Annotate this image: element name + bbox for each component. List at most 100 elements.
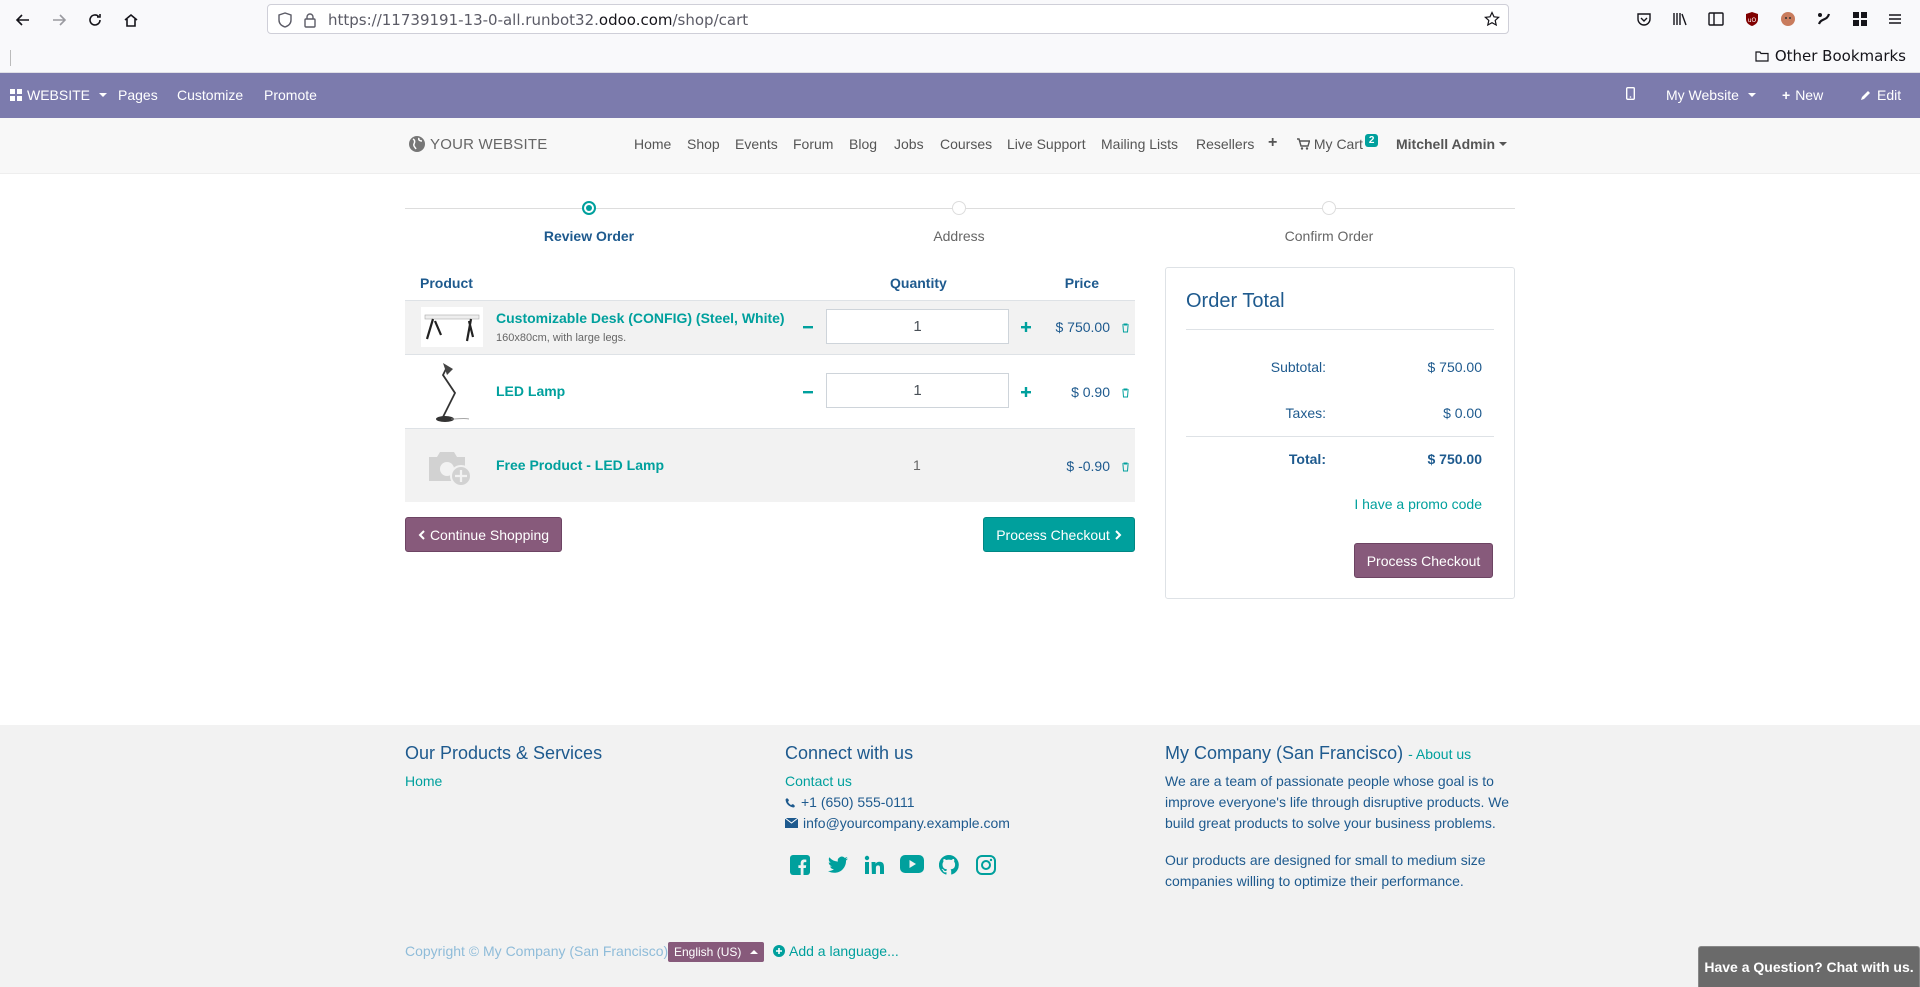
- extension-icon[interactable]: [1814, 9, 1834, 29]
- camera-placeholder-icon[interactable]: [421, 443, 483, 491]
- menu-courses[interactable]: Courses: [940, 136, 992, 152]
- instagram-icon[interactable]: [976, 855, 998, 877]
- continue-shopping-button[interactable]: Continue Shopping: [405, 517, 562, 552]
- customize-menu[interactable]: Customize: [177, 87, 243, 103]
- apps-grid-icon: [10, 89, 22, 101]
- user-menu[interactable]: Mitchell Admin: [1396, 136, 1508, 152]
- site-logo[interactable]: YOUR WEBSITE: [408, 135, 547, 153]
- home-icon[interactable]: [119, 8, 143, 32]
- step-confirm-order-dot: [1322, 201, 1336, 215]
- reload-icon[interactable]: [83, 8, 107, 32]
- led-lamp-image[interactable]: [421, 359, 483, 425]
- promote-menu[interactable]: Promote: [264, 87, 317, 103]
- menu-events[interactable]: Events: [735, 136, 778, 152]
- linkedin-icon[interactable]: [864, 855, 886, 877]
- ublock-icon[interactable]: uO: [1742, 9, 1762, 29]
- chevron-left-icon: [418, 529, 425, 540]
- star-icon[interactable]: [1484, 11, 1500, 27]
- add-language-link[interactable]: Add a language...: [773, 943, 899, 959]
- plus-icon[interactable]: [1019, 320, 1033, 334]
- footer: Our Products & Services Home Connect wit…: [0, 725, 1920, 987]
- cart-count-badge: 2: [1364, 134, 1379, 147]
- library-icon[interactable]: [1670, 9, 1690, 29]
- process-checkout-label: Process Checkout: [996, 526, 1110, 543]
- github-icon[interactable]: [939, 855, 961, 877]
- order-checkout-button[interactable]: Process Checkout: [1354, 543, 1493, 578]
- my-website-menu[interactable]: My Website: [1666, 87, 1756, 103]
- plus-icon[interactable]: [1019, 385, 1033, 399]
- promo-code-link[interactable]: I have a promo code: [1354, 496, 1482, 512]
- trash-icon[interactable]: [1121, 323, 1131, 333]
- menu-shop[interactable]: Shop: [687, 136, 720, 152]
- shield-icon[interactable]: [278, 12, 292, 28]
- sidebar-icon[interactable]: [1706, 9, 1726, 29]
- website-app-menu[interactable]: WEBSITE: [10, 87, 108, 103]
- product-name-link[interactable]: Free Product - LED Lamp: [496, 457, 664, 473]
- add-menu-plus-icon[interactable]: +: [1268, 134, 1277, 152]
- grid-extension-icon[interactable]: [1850, 9, 1870, 29]
- menu-live-support[interactable]: Live Support: [1007, 136, 1086, 152]
- menu-home[interactable]: Home: [634, 136, 671, 152]
- bookmarks-bar: Other Bookmarks: [0, 40, 1920, 73]
- menu-resellers[interactable]: Resellers: [1196, 136, 1254, 152]
- back-icon[interactable]: [11, 8, 35, 32]
- subtotal-value: $ 750.00: [1427, 359, 1483, 375]
- menu-forum[interactable]: Forum: [793, 136, 833, 152]
- email-link[interactable]: info@yourcompany.example.com: [803, 815, 1010, 831]
- trash-icon[interactable]: [1121, 462, 1131, 472]
- menu-icon[interactable]: [1885, 9, 1905, 29]
- new-button[interactable]: + New: [1782, 87, 1823, 103]
- menu-mailing-lists[interactable]: Mailing Lists: [1101, 136, 1178, 152]
- divider: [1186, 329, 1494, 330]
- plus-icon: +: [1782, 87, 1791, 103]
- url-bar[interactable]: https://11739191-13-0-all.runbot32.odoo.…: [267, 4, 1509, 34]
- product-name-link[interactable]: Customizable Desk (CONFIG) (Steel, White…: [496, 310, 785, 326]
- step-review-order: Review Order: [543, 228, 635, 244]
- total-label: Total:: [1288, 451, 1326, 467]
- order-total-title: Order Total: [1186, 290, 1285, 312]
- footer-home-link[interactable]: Home: [405, 773, 442, 789]
- menu-blog[interactable]: Blog: [849, 136, 877, 152]
- edit-button[interactable]: Edit: [1860, 87, 1901, 103]
- edit-label: Edit: [1877, 87, 1902, 103]
- desk-image[interactable]: [421, 307, 483, 347]
- chevron-up-icon: [750, 950, 759, 954]
- facebook-icon[interactable]: [790, 855, 812, 877]
- chevron-down-icon: [1747, 93, 1756, 97]
- mobile-preview-button[interactable]: [1626, 87, 1635, 100]
- quantity-input[interactable]: [826, 309, 1009, 344]
- twitter-icon[interactable]: [827, 855, 849, 877]
- phone-contact: +1 (650) 555-0111: [785, 794, 915, 810]
- url-domain: odoo.com: [598, 11, 673, 29]
- phone-number: +1 (650) 555-0111: [801, 794, 915, 810]
- plus-circle-icon: [773, 945, 785, 957]
- products-services-heading: Our Products & Services: [405, 743, 603, 763]
- other-bookmarks[interactable]: Other Bookmarks: [1755, 47, 1906, 65]
- table-row: LED Lamp $ 0.90: [405, 354, 1135, 428]
- youtube-icon[interactable]: [900, 855, 924, 877]
- step-confirm-order: Confirm Order: [1284, 228, 1374, 244]
- pages-menu[interactable]: Pages: [118, 87, 158, 103]
- lock-icon[interactable]: [303, 12, 317, 28]
- menu-jobs[interactable]: Jobs: [894, 136, 924, 152]
- minus-icon[interactable]: [801, 320, 815, 334]
- trash-icon[interactable]: [1121, 388, 1131, 398]
- product-name-link[interactable]: LED Lamp: [496, 383, 565, 399]
- language-selector[interactable]: English (US): [668, 942, 765, 962]
- add-language-label: Add a language...: [789, 943, 899, 959]
- pocket-icon[interactable]: [1634, 9, 1654, 29]
- my-cart-link[interactable]: My Cart 2: [1297, 134, 1379, 153]
- minus-icon[interactable]: [801, 385, 815, 399]
- quantity-input[interactable]: [826, 373, 1009, 408]
- header-price: Price: [1064, 275, 1099, 291]
- my-cart-label: My Cart: [1313, 136, 1363, 152]
- live-chat-button[interactable]: Have a Question? Chat with us.: [1698, 946, 1920, 987]
- forward-icon[interactable]: [47, 8, 71, 32]
- contact-us-link[interactable]: Contact us: [785, 773, 852, 789]
- url-text[interactable]: https://11739191-13-0-all.runbot32.odoo.…: [328, 11, 748, 29]
- process-checkout-button[interactable]: Process Checkout: [983, 517, 1135, 552]
- globe-icon: [408, 135, 426, 153]
- extension-avatar-icon[interactable]: [1778, 9, 1798, 29]
- about-us-link[interactable]: - About us: [1408, 746, 1471, 762]
- line-price: $ 0.90: [1071, 384, 1110, 400]
